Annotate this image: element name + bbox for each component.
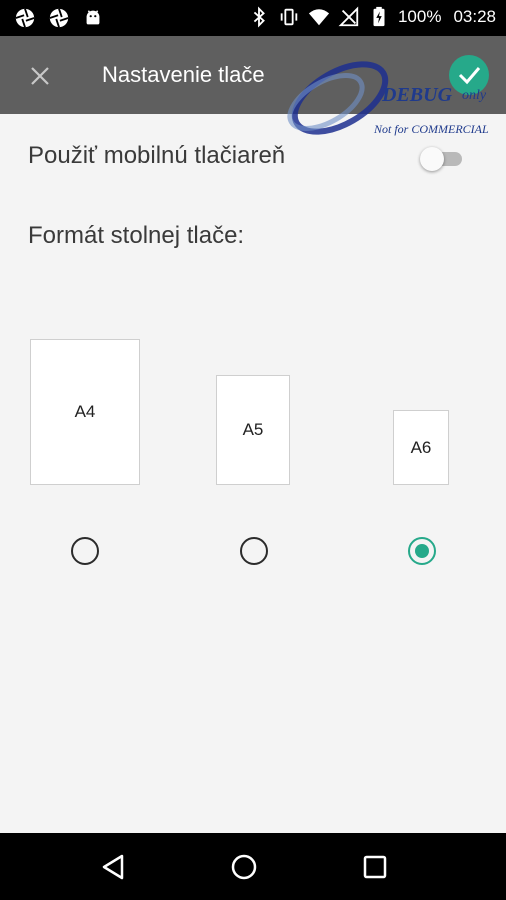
paper-label-a4: A4 bbox=[74, 402, 96, 421]
close-icon bbox=[31, 67, 49, 85]
back-icon bbox=[102, 854, 124, 880]
navigation-bar bbox=[0, 833, 506, 900]
toolbar: Nastavenie tlače bbox=[0, 36, 506, 114]
no-signal-icon bbox=[338, 6, 359, 27]
paper-preview-a6[interactable]: A6 bbox=[393, 410, 449, 485]
clock: 03:28 bbox=[453, 7, 496, 26]
paper-preview-a5[interactable]: A5 bbox=[216, 375, 290, 485]
recent-apps-button[interactable] bbox=[358, 850, 392, 884]
paper-label-a5: A5 bbox=[242, 420, 264, 439]
bluetooth-icon bbox=[253, 6, 265, 28]
battery-percent: 100% bbox=[397, 7, 442, 26]
status-system: 100% 03:28 bbox=[248, 6, 496, 28]
mobile-printer-label: Použiť mobilnú tlačiareň bbox=[28, 142, 286, 169]
paper-preview-a4[interactable]: A4 bbox=[30, 339, 140, 485]
aperture-icon bbox=[49, 8, 69, 28]
format-label: Formát stolnej tlače: bbox=[28, 222, 245, 249]
toggle-thumb bbox=[420, 147, 444, 171]
paper-label-a6: A6 bbox=[410, 437, 432, 457]
mobile-printer-row: Použiť mobilnú tlačiareň bbox=[0, 132, 506, 182]
recent-apps-icon bbox=[363, 855, 387, 879]
wifi-icon bbox=[308, 9, 330, 26]
home-icon bbox=[231, 854, 257, 880]
radio-a5[interactable] bbox=[240, 537, 268, 565]
vibrate-icon bbox=[280, 8, 298, 26]
mobile-printer-toggle[interactable] bbox=[420, 146, 464, 171]
confirm-button[interactable] bbox=[449, 55, 489, 95]
status-bar: 100% 03:28 bbox=[0, 0, 506, 36]
android-icon bbox=[86, 10, 100, 25]
home-button[interactable] bbox=[227, 850, 261, 884]
close-button[interactable] bbox=[22, 58, 58, 94]
radio-a4[interactable] bbox=[71, 537, 99, 565]
battery-charging-icon bbox=[373, 6, 385, 27]
status-notifications bbox=[14, 7, 104, 29]
aperture-icon bbox=[15, 8, 35, 28]
radio-a6[interactable] bbox=[408, 537, 436, 565]
page-title: Nastavenie tlače bbox=[102, 62, 265, 87]
check-icon bbox=[458, 67, 481, 85]
back-button[interactable] bbox=[96, 850, 130, 884]
